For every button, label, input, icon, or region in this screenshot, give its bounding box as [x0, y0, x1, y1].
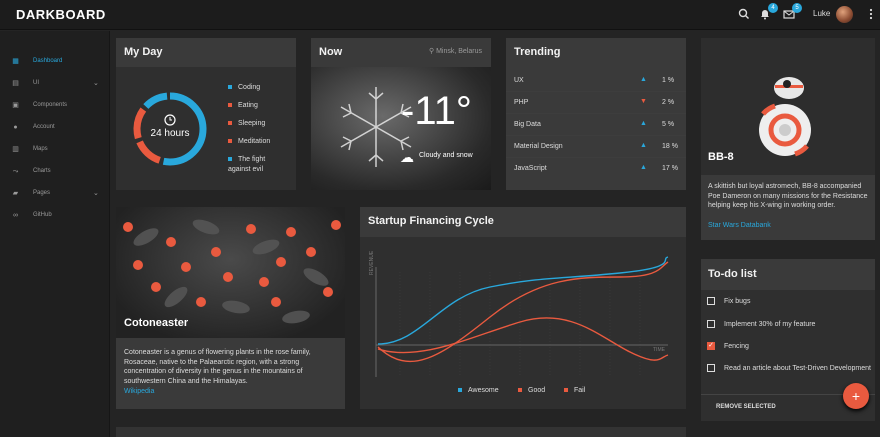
- arrow-up-icon: ▲: [640, 164, 647, 171]
- bb8-description: A skittish but loyal astromech, BB-8 acc…: [708, 183, 868, 209]
- sidebar-item-ui[interactable]: ▤ UI ⌄: [0, 75, 110, 93]
- table-row[interactable]: PHP ▼ 2 %: [506, 92, 686, 114]
- card-title: To-do list: [708, 268, 757, 280]
- checkbox[interactable]: [707, 364, 715, 372]
- cotoneaster-image: Cotoneaster: [116, 207, 345, 338]
- table-row[interactable]: Material Design ▲ 18 %: [506, 136, 686, 158]
- sidebar-item-label: Account: [33, 124, 55, 130]
- now-card: Now ⚲ Minsk, Belarus -11° ☁ Cloudy and s…: [311, 38, 491, 190]
- legend-item: Good: [518, 387, 545, 394]
- cotoneaster-link[interactable]: Wikipedia: [124, 388, 154, 395]
- sidebar-item-label: Charts: [33, 168, 51, 174]
- checkbox[interactable]: [707, 320, 715, 328]
- financing-chart: REVENUE TIME Awesome Good Fail: [360, 237, 686, 409]
- bb8-card: BB-8 A skittish but loyal astromech, BB-…: [701, 38, 875, 240]
- more-vert-icon[interactable]: [864, 8, 878, 22]
- sidebar-item-label: Components: [33, 102, 68, 108]
- card-title: My Day: [124, 46, 163, 58]
- table-row[interactable]: UX ▲ 1 %: [506, 70, 686, 92]
- arrow-up-icon: ▲: [640, 142, 647, 149]
- sidebar: ▦ Dashboard ▤ UI ⌄ ▣ Components ● Accoun…: [0, 31, 110, 437]
- bb8-image: BB-8: [701, 38, 875, 175]
- sidebar-item-components[interactable]: ▣ Components: [0, 97, 110, 115]
- notification-badge: 4: [768, 3, 778, 13]
- weather-condition: Cloudy and snow: [419, 152, 473, 159]
- trending-table: UX ▲ 1 % PHP ▼ 2 % Big Data ▲ 5 % Material Des…: [506, 67, 686, 190]
- sidebar-item-dashboard[interactable]: ▦ Dashboard: [0, 53, 110, 71]
- myday-center-label: 24 hours: [150, 128, 190, 139]
- chevron-down-icon: ⌄: [93, 80, 99, 87]
- bb8-link[interactable]: Star Wars Databank: [708, 222, 771, 229]
- sidebar-item-charts[interactable]: ⤳ Charts: [0, 163, 110, 181]
- folder-icon: ▰: [12, 190, 19, 197]
- bb8-title: BB-8: [708, 151, 734, 163]
- bell-icon[interactable]: 4: [758, 3, 778, 22]
- cloud-snow-icon: ☁: [400, 149, 414, 165]
- legend-item: Fail: [564, 387, 585, 394]
- map-icon: ▥: [12, 146, 19, 153]
- checkbox[interactable]: [707, 297, 715, 305]
- trending-card: Trending UX ▲ 1 % PHP ▼ 2 % Big Data ▲ 5 % Mat…: [506, 38, 686, 190]
- app-logo[interactable]: DARKBOARD: [16, 7, 106, 22]
- sidebar-item-label: UI: [33, 80, 39, 86]
- now-image: -11° ☁ Cloudy and snow: [311, 67, 491, 190]
- card-title: Startup Financing Cycle: [368, 215, 494, 227]
- grid-icon: ▦: [12, 58, 19, 65]
- remove-selected-button[interactable]: REMOVE SELECTED: [716, 404, 776, 410]
- sidebar-item-label: GitHub: [33, 212, 52, 218]
- add-fab-button[interactable]: +: [843, 383, 869, 409]
- sidebar-item-github[interactable]: ∞ GitHub: [0, 207, 110, 225]
- sidebar-item-pages[interactable]: ▰ Pages ⌄: [0, 185, 110, 203]
- bb8-illustration: [759, 77, 811, 157]
- myday-body: 24 hours Coding Eating Sleeping Meditati…: [116, 67, 296, 190]
- location: ⚲ Minsk, Belarus: [429, 48, 482, 55]
- myday-legend-item: Meditation: [228, 138, 270, 145]
- mail-icon[interactable]: 5: [782, 3, 802, 22]
- sidebar-item-maps[interactable]: ▥ Maps: [0, 141, 110, 159]
- series-good-line: [377, 261, 669, 363]
- chevron-down-icon: ⌄: [93, 190, 99, 197]
- top-bar: DARKBOARD 4 5 Luke: [0, 0, 880, 30]
- components-icon: ▣: [12, 102, 19, 109]
- user-name[interactable]: Luke: [813, 9, 830, 18]
- link-icon: ∞: [13, 212, 18, 219]
- card-title: Trending: [514, 46, 561, 58]
- arrow-down-icon: ▼: [640, 98, 647, 105]
- layers-icon: ▤: [12, 80, 19, 87]
- myday-legend-item: Sleeping: [228, 120, 265, 127]
- person-icon: ●: [13, 124, 18, 131]
- myday-legend-item: The fight against evil: [228, 156, 266, 173]
- x-axis-label: TIME: [653, 347, 665, 353]
- y-axis-label: REVENUE: [369, 250, 375, 275]
- mail-badge: 5: [792, 3, 802, 13]
- temperature: -11°: [401, 89, 472, 133]
- cotoneaster-card: Cotoneaster Cotoneaster is a genus of fl…: [116, 207, 345, 409]
- sidebar-item-label: Maps: [33, 146, 48, 152]
- series-fail-line: [377, 317, 669, 361]
- financing-card: Startup Financing Cycle REVENUE TIME Awe…: [360, 207, 686, 409]
- sidebar-item-label: Pages: [33, 190, 51, 196]
- card-title: Now: [319, 46, 343, 58]
- cotoneaster-title: Cotoneaster: [124, 317, 189, 329]
- sidebar-item-account[interactable]: ● Account: [0, 119, 110, 137]
- arrow-up-icon: ▲: [640, 120, 647, 127]
- legend-item: Awesome: [458, 387, 499, 394]
- financing-plot: [375, 256, 669, 377]
- chart-icon: ⤳: [12, 168, 19, 175]
- bottom-table-card: [116, 427, 686, 437]
- search-icon[interactable]: [737, 8, 751, 22]
- sidebar-item-label: Dashboard: [33, 58, 63, 64]
- arrow-up-icon: ▲: [640, 76, 647, 83]
- checkbox-checked[interactable]: ✓: [707, 342, 715, 350]
- myday-legend-item: Eating: [228, 102, 258, 109]
- table-row[interactable]: Big Data ▲ 5 %: [506, 114, 686, 136]
- avatar[interactable]: [836, 6, 853, 23]
- myday-legend-item: Coding: [228, 84, 260, 91]
- series-awesome-line: [377, 256, 669, 345]
- cotoneaster-description: Cotoneaster is a genus of flowering plan…: [124, 349, 311, 385]
- myday-card: My Day 24 hours Coding Eating Sleeping M…: [116, 38, 296, 190]
- table-row[interactable]: JavaScript ▲ 17 %: [506, 158, 686, 180]
